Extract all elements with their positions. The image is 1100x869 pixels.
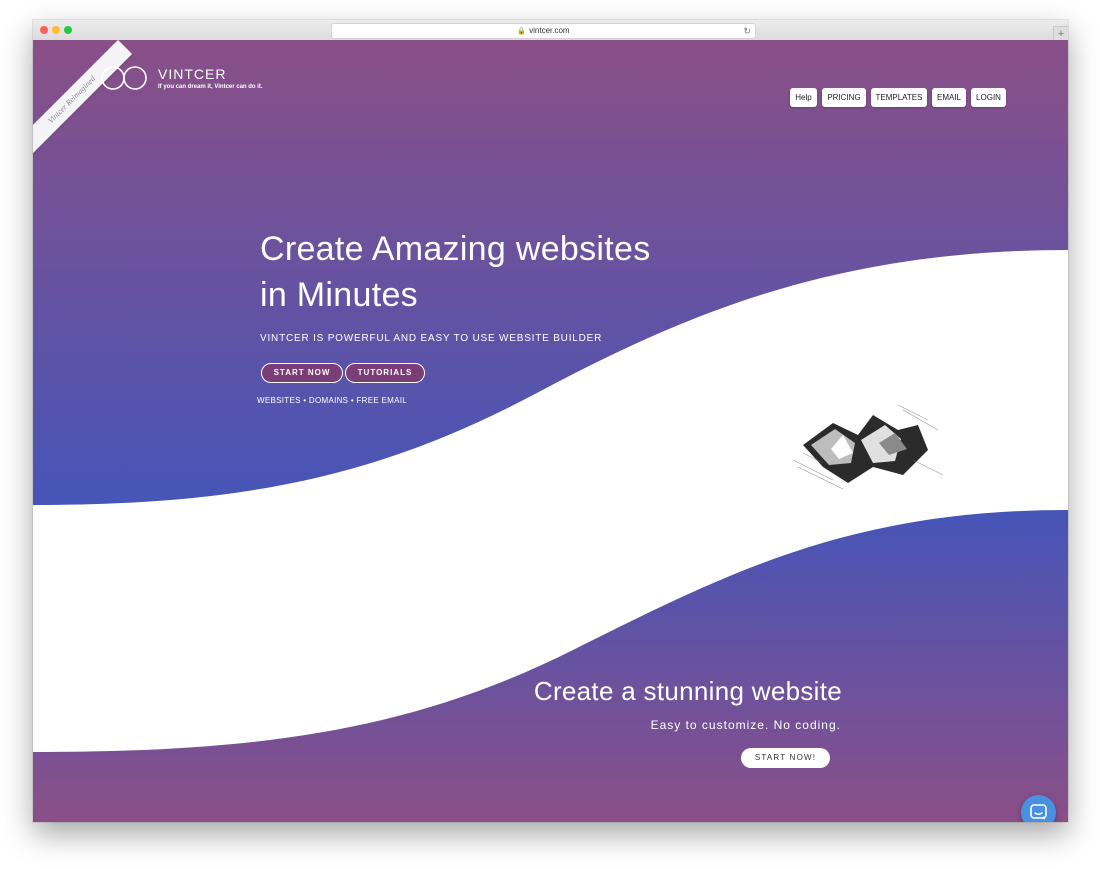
start-now-button[interactable]: START NOW	[261, 363, 343, 383]
address-url: vintcer.com	[529, 26, 570, 35]
infinity-loops-icon	[101, 66, 147, 90]
nav-help-button[interactable]: Help	[790, 88, 817, 107]
chat-bubble-icon	[1030, 804, 1047, 820]
nav-email-button[interactable]: EMAIL	[932, 88, 966, 107]
nav-templates-button[interactable]: TEMPLATES	[871, 88, 927, 107]
nav-pricing-button[interactable]: PRICING	[822, 88, 866, 107]
hero-title-line1: Create Amazing websites	[260, 230, 651, 268]
hero-links[interactable]: WEBSITES • DOMAINS • FREE EMAIL	[257, 396, 407, 405]
nav-login-button[interactable]: LOGIN	[971, 88, 1006, 107]
chat-widget-button[interactable]	[1021, 795, 1056, 822]
address-bar[interactable]: 🔒 vintcer.com ↻	[331, 23, 756, 39]
hero-title-line2: in Minutes	[260, 276, 418, 314]
lower-subtitle: Easy to customize. No coding.	[650, 718, 841, 732]
page-viewport: Vintcer Reimagined VINTCER If you can dr…	[33, 40, 1068, 822]
hero-subtitle: VINTCER IS POWERFUL AND EASY TO USE WEBS…	[260, 333, 603, 344]
browser-titlebar: 🔒 vintcer.com ↻	[33, 20, 1068, 41]
logo-name: VINTCER	[158, 66, 227, 82]
hero-title: Create Amazing websites in Minutes	[260, 226, 720, 318]
lock-icon: 🔒	[517, 28, 527, 35]
minimize-window-button[interactable]	[52, 26, 60, 34]
reload-icon[interactable]: ↻	[743, 24, 751, 38]
logo-tagline: If you can dream it, Vintcer can do it.	[158, 84, 263, 90]
zoom-window-button[interactable]	[64, 26, 72, 34]
tutorials-button[interactable]: TUTORIALS	[345, 363, 425, 383]
lower-start-now-button[interactable]: START NOW!	[741, 748, 830, 768]
browser-window: 🔒 vintcer.com ↻ + Vintcer Reimagined VIN…	[33, 20, 1068, 822]
lower-title: Create a stunning website	[533, 676, 842, 706]
close-window-button[interactable]	[40, 26, 48, 34]
